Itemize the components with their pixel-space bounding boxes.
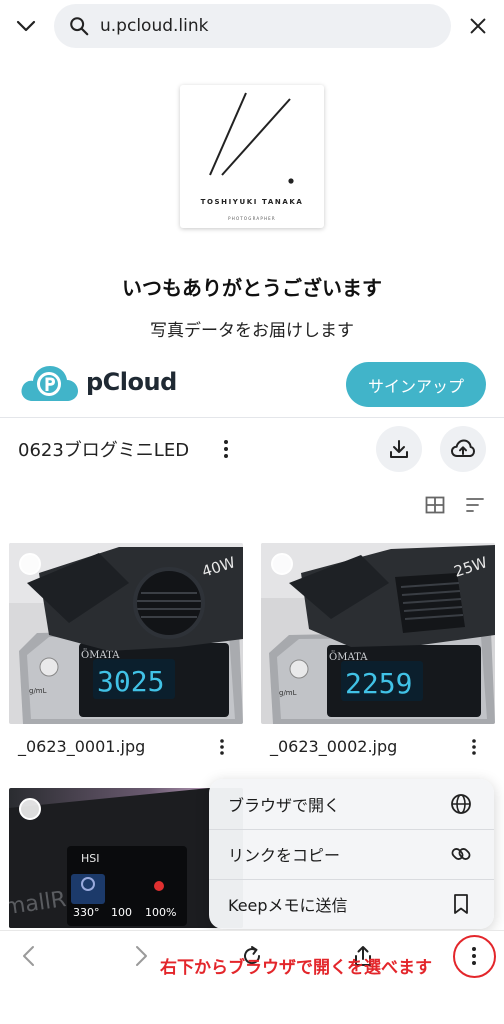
bookmark-icon xyxy=(454,894,468,914)
globe-icon xyxy=(451,794,471,814)
link-icon xyxy=(451,848,471,860)
annotation-background xyxy=(0,982,504,1024)
file-thumbnail[interactable]: 3025 ÖMATA g/mL 40W xyxy=(9,543,243,724)
file-thumbnail[interactable]: 2259 ÖMATA g/mL 25W xyxy=(261,543,495,724)
close-icon[interactable] xyxy=(462,10,494,42)
svg-text:g/mL: g/mL xyxy=(279,689,297,697)
svg-text:g/mL: g/mL xyxy=(29,687,47,695)
pcloud-logo-icon xyxy=(21,366,78,401)
signup-button[interactable]: サインアップ xyxy=(346,362,486,407)
url-field[interactable]: u.pcloud.link xyxy=(54,4,451,48)
file-name[interactable]: _0623_0001.jpg xyxy=(18,737,145,756)
photographer-logo: TOSHIYUKI TANAKA PHOTOGRAPHER xyxy=(180,85,324,228)
file-thumbnail[interactable]: HSI 330° 100 100% mallR xyxy=(9,788,243,928)
more-vertical-icon[interactable] xyxy=(216,436,236,462)
photo-light-screen: HSI 330° 100 100% mallR xyxy=(9,788,243,928)
search-icon xyxy=(70,17,89,36)
upload-to-cloud-button[interactable] xyxy=(440,426,486,472)
logo-name: TOSHIYUKI TANAKA xyxy=(200,198,304,206)
scale-readout: 2259 xyxy=(345,667,412,700)
context-menu: ブラウザで開く リンクをコピー Keepメモに送信 xyxy=(209,779,494,929)
menu-item-open-in-browser[interactable]: ブラウザで開く xyxy=(209,779,494,829)
photo-light-on-scale: 3025 ÖMATA g/mL 40W xyxy=(9,543,243,724)
header-divider xyxy=(0,417,504,418)
menu-item-label: リンクをコピー xyxy=(228,846,341,865)
chevron-down-icon[interactable] xyxy=(10,10,42,42)
select-checkbox[interactable] xyxy=(19,553,41,575)
menu-item-label: ブラウザで開く xyxy=(228,796,341,815)
cloud-upload-icon xyxy=(451,439,475,457)
greeting-subtext: 写真データをお届けします xyxy=(150,321,354,341)
scale-readout: 3025 xyxy=(97,665,164,698)
screen-label: HSI xyxy=(81,852,100,865)
more-vertical-icon[interactable] xyxy=(466,735,482,759)
download-icon xyxy=(390,440,408,458)
url-bar: u.pcloud.link xyxy=(0,0,504,54)
menu-item-copy-link[interactable]: リンクをコピー xyxy=(209,829,494,879)
screen-reading: 330° xyxy=(73,906,100,919)
photo-light-on-scale: 2259 ÖMATA g/mL 25W xyxy=(261,543,495,724)
logo-subtitle: PHOTOGRAPHER xyxy=(228,216,276,221)
download-button[interactable] xyxy=(376,426,422,472)
screen-reading: 100% xyxy=(145,906,176,919)
svg-text:ÖMATA: ÖMATA xyxy=(329,651,368,663)
sort-icon[interactable] xyxy=(464,494,486,516)
file-name[interactable]: _0623_0002.jpg xyxy=(270,737,397,756)
logo-lines-icon xyxy=(209,92,294,184)
menu-item-send-to-keep[interactable]: Keepメモに送信 xyxy=(209,879,494,929)
grid-view-icon[interactable] xyxy=(424,494,446,516)
more-vertical-icon[interactable] xyxy=(214,735,230,759)
menu-item-label: Keepメモに送信 xyxy=(228,896,348,915)
svg-text:ÖMATA: ÖMATA xyxy=(81,649,120,661)
url-text: u.pcloud.link xyxy=(100,16,209,36)
greeting-heading: いつもありがとうございます xyxy=(122,276,382,300)
brand-name: pCloud xyxy=(86,368,177,396)
folder-title: 0623ブログミニLED xyxy=(18,440,190,461)
select-checkbox[interactable] xyxy=(19,798,41,820)
annotation-caption: 右下からブラウザで開くを選べます xyxy=(160,958,432,978)
screen-reading: 100 xyxy=(111,906,132,919)
select-checkbox[interactable] xyxy=(271,553,293,575)
